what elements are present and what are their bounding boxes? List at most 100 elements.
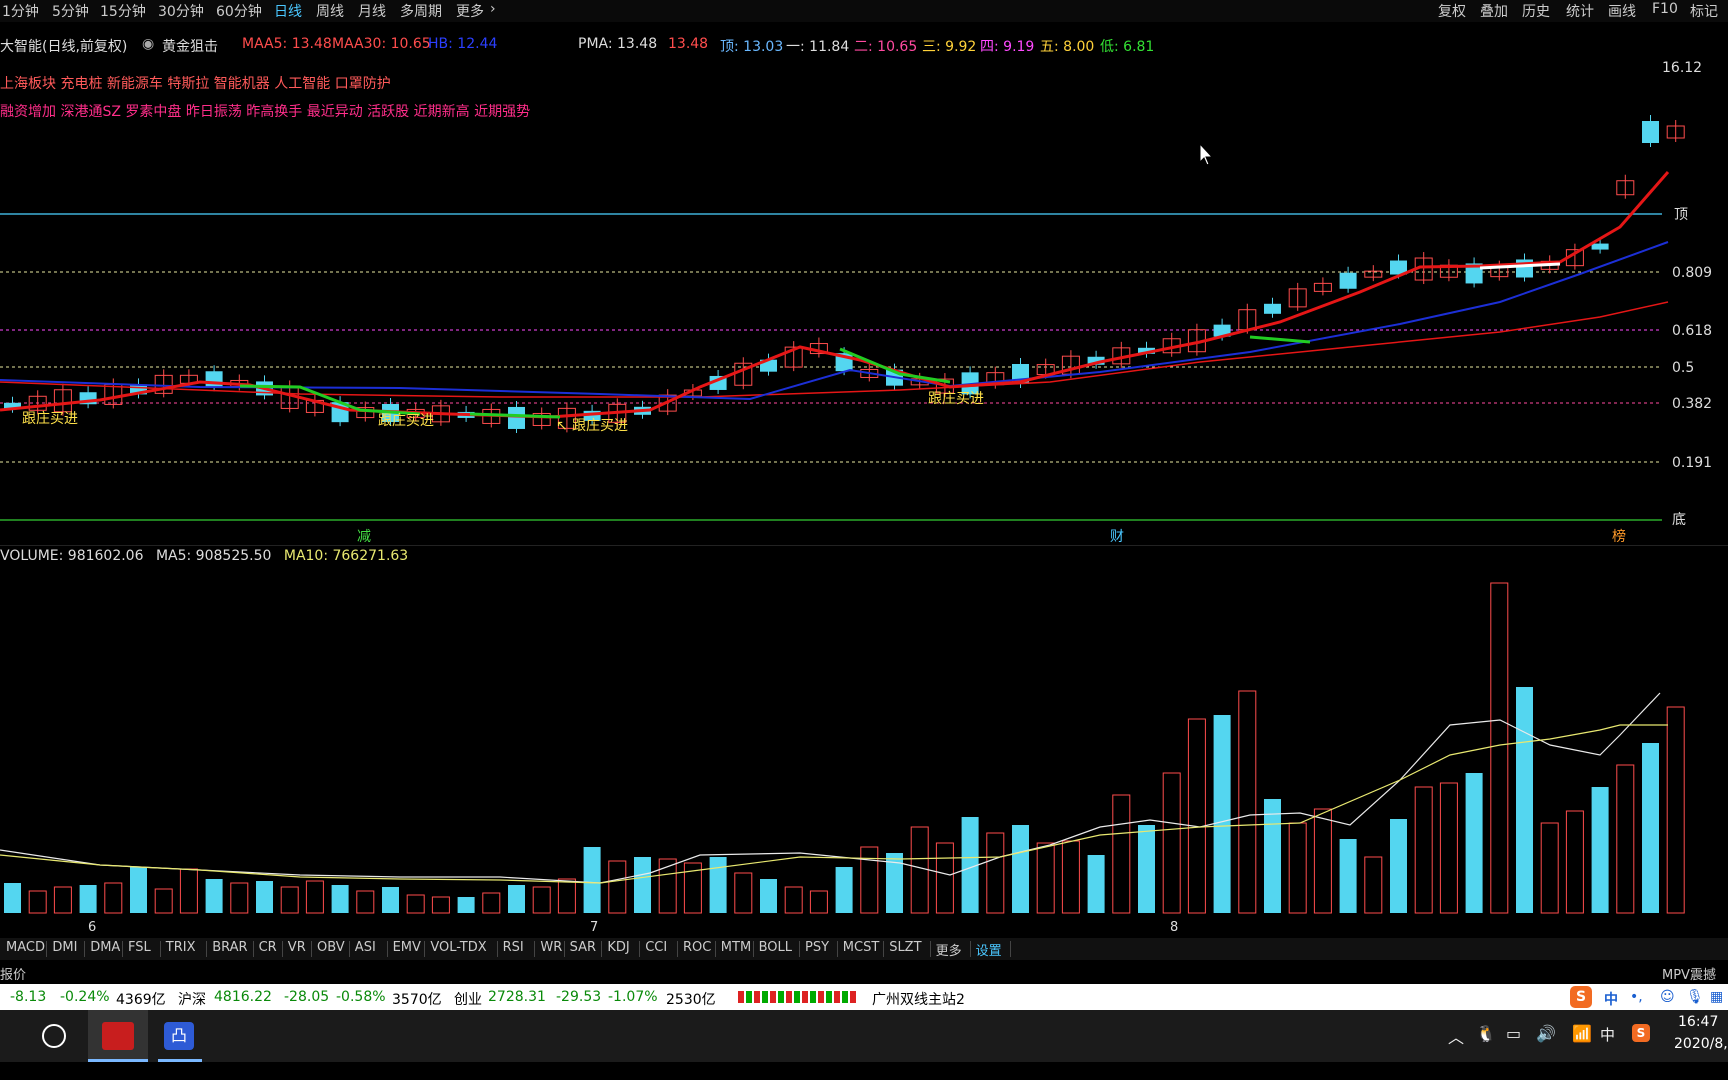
volume-bar: [634, 857, 651, 913]
tray-ime-icon[interactable]: 中: [1600, 1024, 1615, 1045]
volume-bar: [557, 878, 576, 914]
tray-network-icon[interactable]: 📶: [1572, 1024, 1592, 1043]
mouse-cursor-icon: [1199, 142, 1214, 166]
indicator-tab-cr[interactable]: CR: [259, 940, 277, 955]
cortana-search-icon[interactable]: [42, 1024, 66, 1048]
volume-bar: [1162, 772, 1181, 914]
volume-chart[interactable]: 6 7 8: [0, 565, 1728, 935]
indicator-tab-emv[interactable]: EMV: [393, 940, 421, 955]
sh-amount: 4369亿: [116, 992, 166, 1008]
volume-bar: [1313, 808, 1332, 914]
indicator-tab-trix[interactable]: TRIX: [166, 940, 196, 955]
mpv-label[interactable]: MPV震撼: [1662, 964, 1716, 983]
indicator-gear-icon[interactable]: ◉: [142, 36, 154, 52]
volume-ma5-line: [0, 692, 1661, 884]
indicator-tab-asi[interactable]: ASI: [355, 940, 376, 955]
period-weekly[interactable]: 周线: [316, 1, 344, 21]
tab-separator: [496, 941, 498, 957]
indicator-tab-cci[interactable]: CCI: [645, 940, 667, 955]
volume-bar: [104, 882, 123, 914]
volume-bar: [1616, 764, 1635, 914]
tab-separator: [836, 941, 838, 957]
taskbar-app-stock[interactable]: [88, 1010, 148, 1062]
indicator-tab-vol-tdx[interactable]: VOL-TDX: [430, 940, 486, 955]
tab-separator: [677, 941, 678, 957]
indicator-tab-设置[interactable]: 设置: [976, 940, 1002, 959]
indicator-tab-dmi[interactable]: DMI: [52, 940, 77, 955]
signal-label-3: 跟庄买进: [572, 417, 628, 434]
indicator-tab-psy[interactable]: PSY: [805, 940, 829, 955]
ime-emoji-icon[interactable]: ☺: [1660, 989, 1675, 1005]
quote-label[interactable]: 报价: [0, 964, 26, 983]
tray-battery-icon[interactable]: ▭: [1506, 1024, 1521, 1043]
event-mark-1[interactable]: 减: [357, 529, 371, 542]
volume-bar: [1439, 782, 1458, 914]
indicator-tab-macd[interactable]: MACD: [6, 940, 45, 955]
menu-mark[interactable]: 标记: [1690, 1, 1718, 21]
volume-bar: [1036, 842, 1055, 914]
volume-bar: [1087, 855, 1105, 913]
volume-bar: [1112, 794, 1131, 914]
clock-date[interactable]: 2020/8,: [1674, 1036, 1728, 1052]
menu-draw[interactable]: 画线: [1608, 1, 1636, 21]
indicator-tab-obv[interactable]: OBV: [317, 940, 345, 955]
ime-menu-icon[interactable]: ▦: [1710, 989, 1723, 1005]
chevron-right-icon: ›: [490, 1, 496, 17]
legend-maa30: MAA30: 10.65: [332, 36, 431, 52]
legend-pma-value: 13.48: [668, 36, 709, 52]
volume-bar: [1187, 718, 1206, 914]
period-multi[interactable]: 多周期: [400, 1, 442, 21]
period-monthly[interactable]: 月线: [358, 1, 386, 21]
indicator-tab-fsl[interactable]: FSL: [128, 940, 151, 955]
info-row: 报价 MPV震撼: [0, 962, 1728, 983]
indicator-tab-sar[interactable]: SAR: [570, 940, 596, 955]
period-60min[interactable]: 60分钟: [216, 1, 262, 21]
tab-separator: [311, 941, 312, 957]
indicator-tab-wr[interactable]: WR: [540, 940, 562, 955]
period-5min[interactable]: 5分钟: [52, 1, 89, 21]
tray-volume-icon[interactable]: 🔊: [1536, 1024, 1556, 1043]
volume-bar: [910, 826, 929, 914]
tab-separator: [799, 941, 800, 957]
volume-bar: [986, 832, 1005, 914]
event-mark-2[interactable]: 财: [1110, 529, 1124, 542]
indicator-tab-更多[interactable]: 更多: [936, 940, 962, 959]
indicator-tab-vr[interactable]: VR: [288, 940, 306, 955]
period-daily[interactable]: 日线: [274, 1, 302, 21]
indicator-tab-roc[interactable]: ROC: [683, 940, 711, 955]
ime-sogou-icon[interactable]: S: [1570, 986, 1592, 1008]
volume-value: VOLUME: 981602.06: [0, 548, 144, 564]
server-name[interactable]: 广州双线主站2: [872, 989, 965, 1009]
volume-bar: [1213, 715, 1231, 913]
menu-f10[interactable]: F10: [1652, 1, 1678, 17]
menu-history[interactable]: 历史: [1522, 1, 1550, 21]
taskbar-app-2[interactable]: 凸: [154, 1010, 206, 1062]
ime-punct-icon[interactable]: •,: [1630, 989, 1643, 1005]
indicator-tab-kdj[interactable]: KDJ: [607, 940, 629, 955]
period-15min[interactable]: 15分钟: [100, 1, 146, 21]
indicator-tab-mcst[interactable]: MCST: [843, 940, 880, 955]
clock-time[interactable]: 16:47: [1678, 1014, 1718, 1030]
menu-restore-right[interactable]: 复权: [1438, 1, 1466, 21]
indicator-tab-brar[interactable]: BRAR: [212, 940, 247, 955]
event-mark-3[interactable]: 榜: [1612, 528, 1626, 542]
period-more[interactable]: 更多: [456, 1, 484, 21]
indicator-tab-slzt[interactable]: SLZT: [889, 940, 921, 955]
ime-mic-icon[interactable]: 🎙: [1686, 989, 1704, 1005]
tab-separator: [969, 941, 971, 957]
indicator-tab-boll[interactable]: BOLL: [759, 940, 792, 955]
period-30min[interactable]: 30分钟: [158, 1, 204, 21]
indicator-tab-dma[interactable]: DMA: [90, 940, 120, 955]
ime-chinese-icon[interactable]: 中: [1604, 989, 1618, 1009]
price-chart[interactable]: 16.12 顶 0.809 0.618 0.5 0.382 0.191 底 跟庄…: [0, 52, 1728, 542]
menu-stats[interactable]: 统计: [1566, 1, 1594, 21]
tray-qq-icon[interactable]: 🐧: [1476, 1024, 1496, 1043]
tray-chevron-up-icon[interactable]: ︿: [1448, 1024, 1464, 1048]
menu-overlay[interactable]: 叠加: [1480, 1, 1508, 21]
volume-bar: [154, 888, 173, 914]
period-1min[interactable]: 1分钟: [2, 1, 39, 21]
cy-amount: 2530亿: [666, 992, 716, 1008]
tray-sogou-icon[interactable]: S: [1632, 1024, 1650, 1042]
indicator-tab-rsi[interactable]: RSI: [503, 940, 524, 955]
indicator-tab-mtm[interactable]: MTM: [721, 940, 751, 955]
